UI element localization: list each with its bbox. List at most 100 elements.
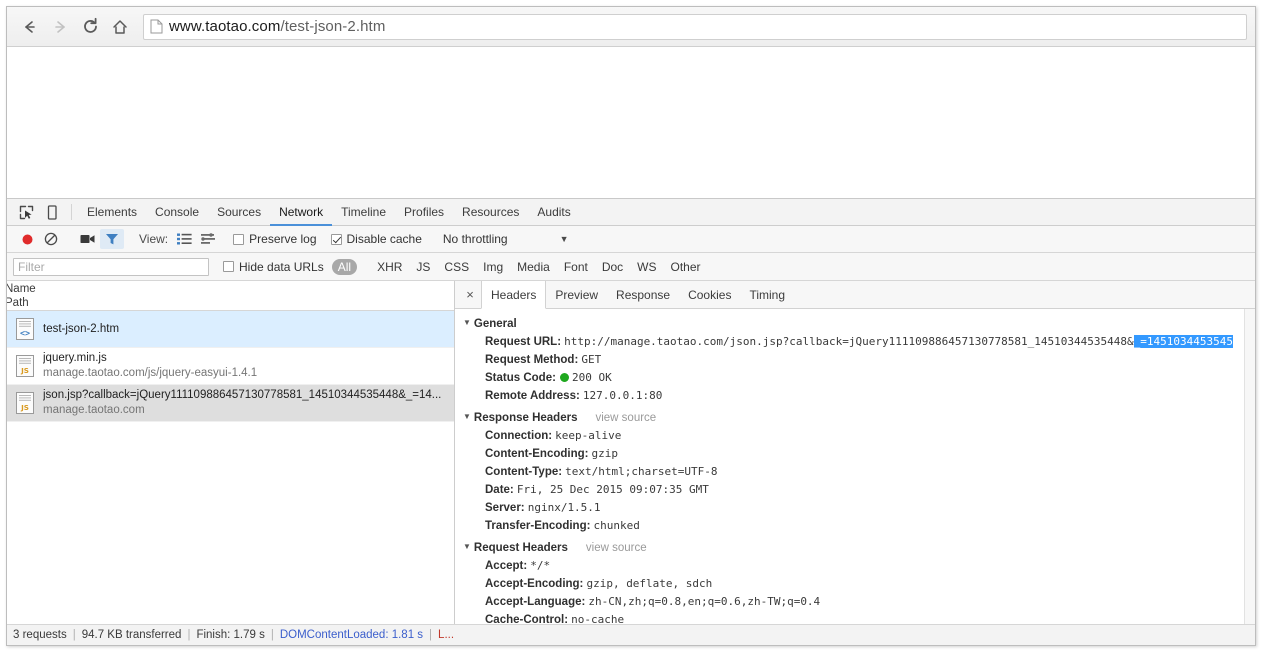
filter-toolbar: Hide data URLs All XHR JS CSS Img Media … <box>7 253 1255 281</box>
table-row[interactable]: JS jquery.min.js manage.taotao.com/js/jq… <box>7 348 454 385</box>
filter-input[interactable] <box>13 257 209 276</box>
header-row: Request URL: http://manage.taotao.com/js… <box>463 333 1255 351</box>
view-label: View: <box>139 232 169 246</box>
status-separator: | <box>429 629 433 641</box>
tab-timing[interactable]: Timing <box>740 281 794 308</box>
device-toggle-icon[interactable] <box>39 199 65 225</box>
devtools-body: Name Path <> test-json-2.htm JS jquery.m… <box>7 281 1255 625</box>
section-title[interactable]: ▼ Response Headers view source <box>463 409 1255 427</box>
tab-console[interactable]: Console <box>146 199 208 226</box>
toolbar-divider <box>71 204 72 220</box>
devtools-tabbar: Elements Console Sources Network Timelin… <box>7 199 1255 226</box>
tab-sources[interactable]: Sources <box>208 199 270 226</box>
filter-type-other[interactable]: Other <box>664 259 708 275</box>
tab-network[interactable]: Network <box>270 199 333 226</box>
tab-timeline[interactable]: Timeline <box>332 199 395 226</box>
url-host: www.taotao.com <box>169 18 281 35</box>
back-arrow-icon[interactable] <box>15 13 45 41</box>
status-requests: 3 requests <box>13 629 67 641</box>
section-title[interactable]: ▼ General <box>463 315 1255 333</box>
tab-response[interactable]: Response <box>607 281 679 308</box>
header-row: Accept-Language: zh-CN,zh;q=0.8,en;q=0.6… <box>463 593 1255 611</box>
header-value: keep-alive <box>555 429 622 442</box>
header-value-selection: _=1451034453545 <box>1133 335 1233 348</box>
chevron-down-icon: ▼ <box>559 234 569 244</box>
header-key: Request Method: <box>485 354 579 366</box>
request-name: json.jsp?callback=jQuery1111098864571307… <box>43 389 442 401</box>
timeline-view-icon[interactable] <box>196 229 220 249</box>
detail-scrollbar[interactable] <box>1244 309 1255 624</box>
filter-type-xhr[interactable]: XHR <box>370 259 409 275</box>
funnel-icon[interactable] <box>100 229 124 249</box>
filter-type-media[interactable]: Media <box>510 259 557 275</box>
triangle-down-icon: ▼ <box>463 542 471 551</box>
tab-elements[interactable]: Elements <box>78 199 146 226</box>
header-key: Accept-Language: <box>485 596 586 608</box>
disable-cache-checkbox[interactable]: Disable cache <box>330 232 422 246</box>
tab-label: Console <box>155 204 200 219</box>
header-key: Connection: <box>485 430 553 442</box>
filter-type-doc[interactable]: Doc <box>595 259 630 275</box>
request-name: test-json-2.htm <box>43 322 120 335</box>
tab-headers[interactable]: Headers <box>481 281 547 309</box>
filter-type-css[interactable]: CSS <box>437 259 476 275</box>
camera-icon[interactable] <box>76 229 100 249</box>
header-row: Accept: */* <box>463 557 1255 575</box>
filter-type-all[interactable]: All <box>331 258 358 275</box>
clear-icon[interactable] <box>39 229 63 249</box>
request-detail-pane: × Headers Preview Response Cookies Timin… <box>455 281 1255 624</box>
column-header-path: Path <box>7 297 29 309</box>
view-source-link[interactable]: view source <box>586 539 647 557</box>
list-view-icon[interactable] <box>172 229 196 249</box>
home-icon[interactable] <box>105 13 135 41</box>
devtools-panel: Elements Console Sources Network Timelin… <box>7 199 1255 645</box>
reload-icon[interactable] <box>75 13 105 41</box>
requests-pane: Name Path <> test-json-2.htm JS jquery.m… <box>7 281 455 624</box>
header-row: Content-Type: text/html;charset=UTF-8 <box>463 463 1255 481</box>
header-row: Request Method: GET <box>463 351 1255 369</box>
header-value: */* <box>530 559 551 572</box>
hide-data-urls-checkbox[interactable]: Hide data URLs <box>223 260 324 274</box>
header-key: Transfer-Encoding: <box>485 520 591 532</box>
tab-profiles[interactable]: Profiles <box>395 199 453 226</box>
header-key: Date: <box>485 484 514 496</box>
section-label: General <box>473 318 517 330</box>
tab-cookies[interactable]: Cookies <box>679 281 740 308</box>
filter-type-font[interactable]: Font <box>557 259 595 275</box>
header-value: Fri, 25 Dec 2015 09:07:35 GMT <box>516 483 709 496</box>
header-key: Cache-Control: <box>485 614 569 624</box>
section-title[interactable]: ▼ Request Headers view source <box>463 539 1255 557</box>
record-icon[interactable] <box>15 229 39 249</box>
throttling-dropdown[interactable]: No throttling ▼ <box>443 232 569 246</box>
table-row[interactable]: JS json.jsp?callback=jQuery1111098864571… <box>7 385 454 422</box>
triangle-down-icon: ▼ <box>463 412 471 421</box>
status-load: L... <box>438 629 455 641</box>
tab-label: Response <box>616 287 671 302</box>
tab-label: Profiles <box>404 204 445 219</box>
tab-resources[interactable]: Resources <box>453 199 528 226</box>
filter-type-js[interactable]: JS <box>409 259 437 275</box>
status-finish: Finish: 1.79 s <box>196 629 265 641</box>
browser-window: www.taotao.com/test-json-2.htm Elements … <box>6 6 1256 646</box>
section-response-headers: ▼ Response Headers view source Connectio… <box>463 409 1255 535</box>
filter-type-ws[interactable]: WS <box>630 259 663 275</box>
header-row: Remote Address: 127.0.0.1:80 <box>463 387 1255 405</box>
preserve-log-checkbox[interactable]: Preserve log <box>233 232 317 246</box>
tab-label: Network <box>279 204 324 219</box>
tab-preview[interactable]: Preview <box>546 281 607 308</box>
headers-content: ▼ General Request URL: http://manage.tao… <box>455 309 1255 624</box>
view-source-link[interactable]: view source <box>595 409 656 427</box>
filter-type-img[interactable]: Img <box>476 259 510 275</box>
column-header-name: Name <box>7 283 36 295</box>
tab-audits[interactable]: Audits <box>528 199 579 226</box>
requests-table-header[interactable]: Name Path <box>7 281 454 311</box>
status-transferred: 94.7 KB transferred <box>81 629 182 641</box>
table-row[interactable]: <> test-json-2.htm <box>7 311 454 348</box>
tab-label: Cookies <box>688 287 732 302</box>
network-toolbar: View: Preserve log Disable cache No thro… <box>7 226 1255 253</box>
close-icon[interactable]: × <box>459 281 481 308</box>
header-row: Server: nginx/1.5.1 <box>463 499 1255 517</box>
inspect-element-icon[interactable] <box>13 199 39 225</box>
header-key: Content-Type: <box>485 466 563 478</box>
address-bar[interactable]: www.taotao.com/test-json-2.htm <box>143 13 1247 40</box>
